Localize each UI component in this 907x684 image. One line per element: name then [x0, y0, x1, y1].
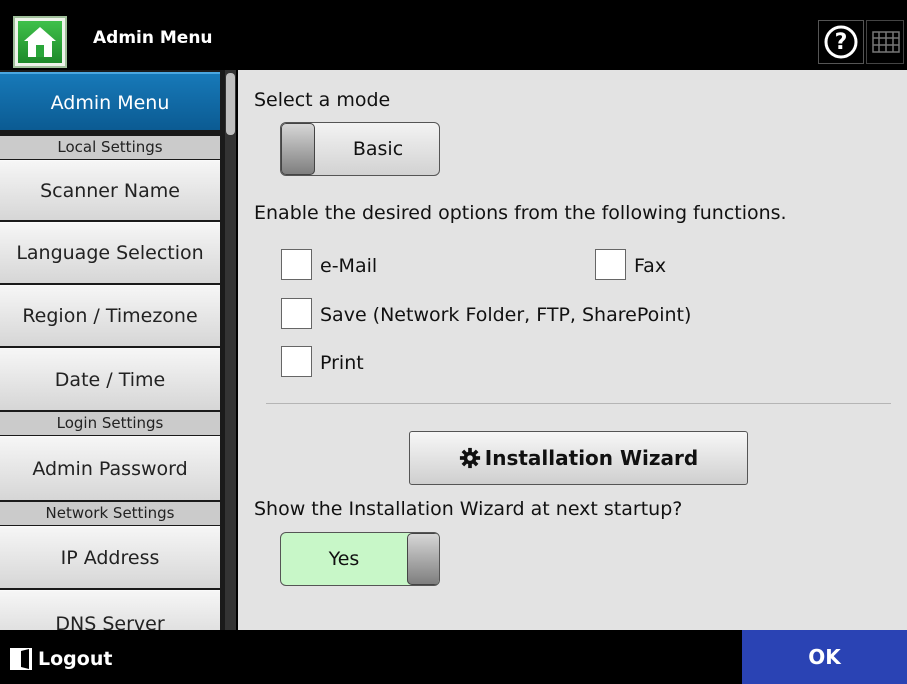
logout-icon [10, 648, 32, 670]
sidebar-item-region-timezone[interactable]: Region / Timezone [0, 285, 220, 346]
divider [266, 403, 891, 404]
sidebar-scrollbar[interactable] [225, 70, 236, 630]
sidebar: Admin Menu Local Settings Scanner Name L… [0, 70, 236, 630]
help-button[interactable]: ? [818, 20, 864, 64]
fax-checkbox[interactable] [595, 249, 626, 280]
wizard-question: Show the Installation Wizard at next sta… [254, 498, 683, 520]
sidebar-item-dns-server[interactable]: DNS Server [0, 590, 220, 630]
mode-toggle[interactable]: Basic [280, 122, 440, 176]
sidebar-item-ip-address[interactable]: IP Address [0, 526, 220, 588]
toggle-knob [407, 533, 439, 585]
print-option-label: Print [320, 352, 364, 374]
footer-bar: Logout OK [0, 630, 907, 684]
fax-option-label: Fax [634, 255, 667, 277]
ok-button[interactable]: OK [742, 630, 907, 684]
keyboard-button[interactable] [866, 20, 904, 64]
wizard-startup-toggle[interactable]: Yes [280, 532, 440, 586]
page-title: Admin Menu [93, 28, 213, 48]
options-label: Enable the desired options from the foll… [254, 202, 787, 224]
toggle-knob [281, 123, 315, 175]
mode-label: Select a mode [254, 89, 391, 111]
gear-icon [459, 447, 480, 469]
wizard-startup-toggle-value: Yes [328, 548, 360, 570]
installation-wizard-label: Installation Wizard [484, 446, 699, 470]
sidebar-heading-network-settings: Network Settings [0, 502, 220, 525]
sidebar-item-date-time[interactable]: Date / Time [0, 348, 220, 410]
save-option-label: Save (Network Folder, FTP, SharePoint) [320, 304, 692, 326]
header-bar: Admin Menu ? [0, 0, 907, 77]
logout-button[interactable]: Logout [10, 648, 112, 670]
sidebar-heading-login-settings: Login Settings [0, 412, 220, 435]
keyboard-icon [872, 31, 900, 53]
logout-label: Logout [38, 648, 113, 670]
save-checkbox[interactable] [281, 298, 312, 329]
home-button[interactable] [13, 16, 67, 68]
sidebar-item-admin-password[interactable]: Admin Password [0, 436, 220, 500]
settings-panel: Select a mode Basic Enable the desired o… [238, 70, 907, 630]
sidebar-heading-local-settings: Local Settings [0, 136, 220, 159]
sidebar-item-admin-menu[interactable]: Admin Menu [0, 72, 220, 130]
email-option-label: e-Mail [320, 255, 378, 277]
mode-toggle-value: Basic [352, 138, 404, 160]
sidebar-scroll-thumb[interactable] [226, 73, 235, 135]
help-glyph: ? [834, 29, 848, 55]
email-checkbox[interactable] [281, 249, 312, 280]
print-checkbox[interactable] [281, 346, 312, 377]
sidebar-item-language-selection[interactable]: Language Selection [0, 222, 220, 283]
sidebar-item-scanner-name[interactable]: Scanner Name [0, 160, 220, 220]
installation-wizard-button[interactable]: Installation Wizard [409, 431, 748, 485]
home-icon [18, 21, 62, 63]
